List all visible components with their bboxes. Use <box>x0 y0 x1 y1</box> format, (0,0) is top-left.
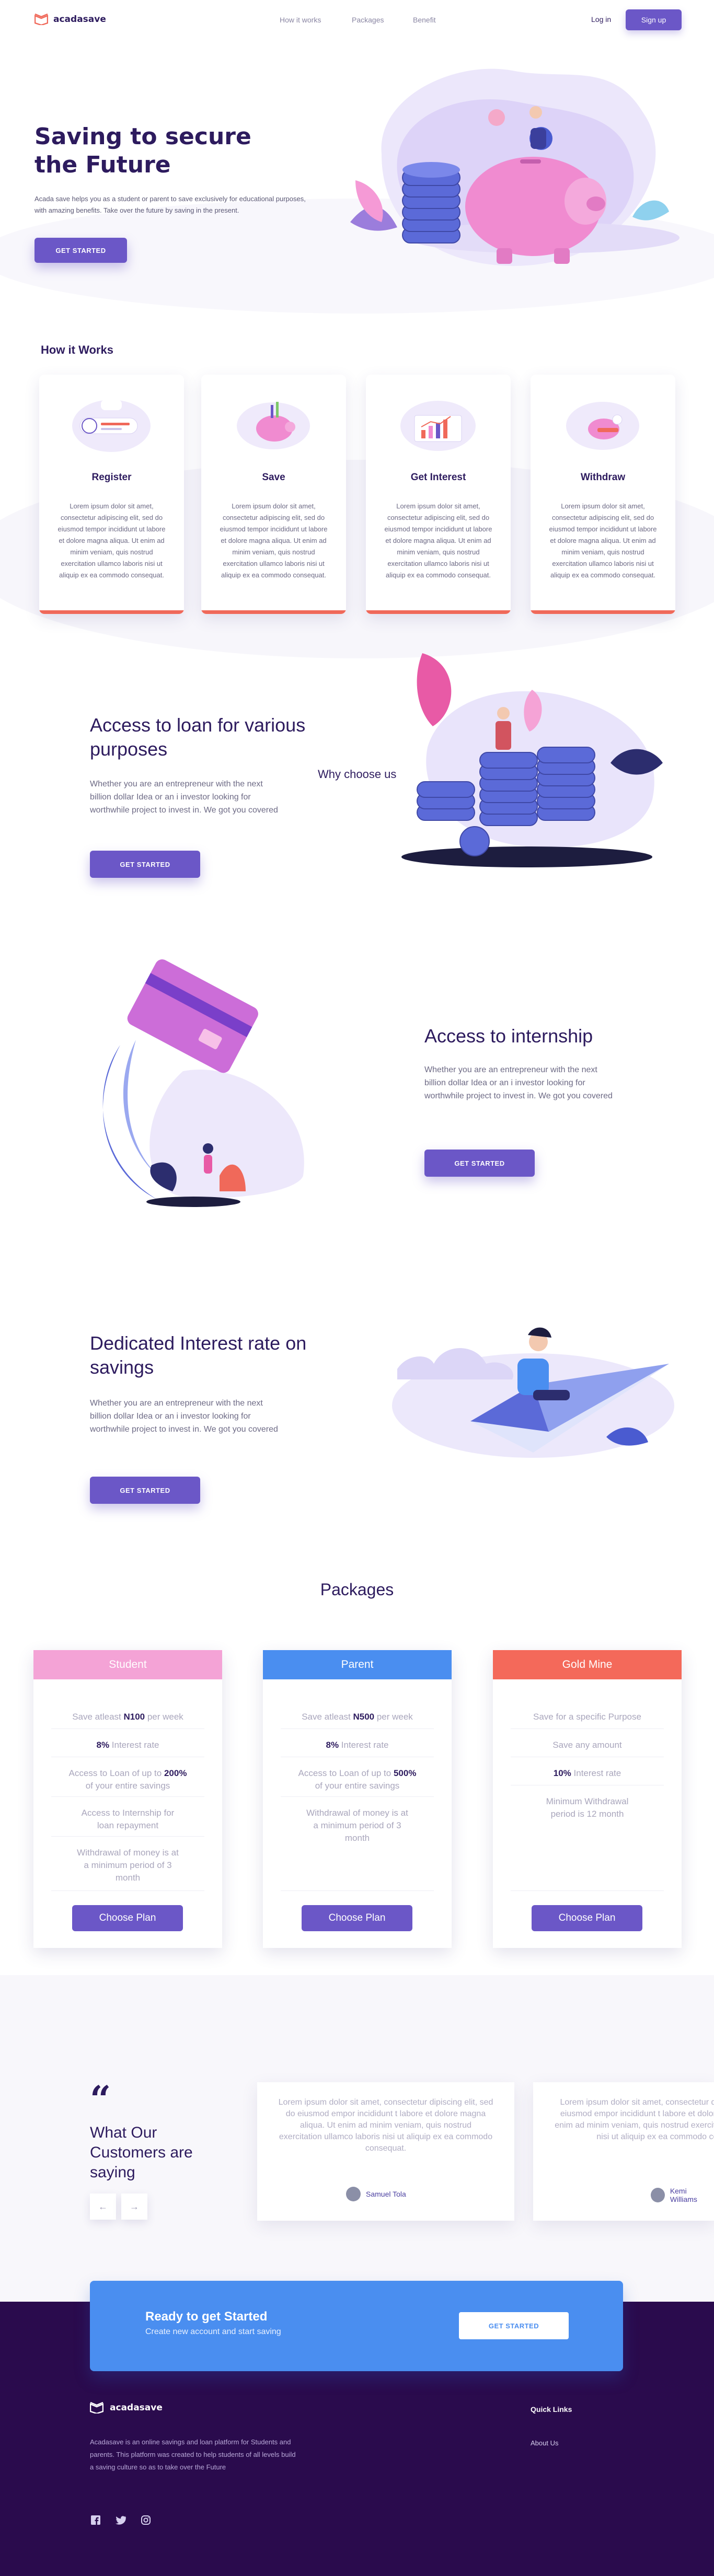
card-text: Lorem ipsum dolor sit amet, consectetur … <box>220 502 328 579</box>
packages-title: Packages <box>320 1580 394 1599</box>
how-card-withdraw: Withdraw Lorem ipsum dolor sit amet, con… <box>531 375 675 614</box>
quick-links-heading: Quick Links <box>531 2405 572 2413</box>
interest-chart-illustration-icon <box>400 401 476 451</box>
footer-logo[interactable]: acadasave <box>90 2402 163 2413</box>
cta-subtitle: Create new account and start saving <box>145 2327 281 2336</box>
package-feature: 8% Interest rate <box>326 1740 389 1750</box>
feature-interest-get-started-button[interactable]: GET STARTED <box>90 1477 200 1504</box>
prev-arrow-button[interactable]: ← <box>90 2194 116 2220</box>
feature-loan-title: Access to loan for various purposes <box>90 714 306 760</box>
choose-plan-button[interactable]: Choose Plan <box>72 1905 183 1931</box>
package-name: Student <box>33 1650 222 1679</box>
how-card-save: Save Lorem ipsum dolor sit amet, consect… <box>201 375 346 614</box>
avatar <box>346 2187 361 2201</box>
withdraw-illustration-icon <box>566 402 639 450</box>
login-link[interactable]: Log in <box>591 15 611 24</box>
instagram-icon[interactable] <box>140 2514 152 2526</box>
card-accent-bar <box>531 610 675 614</box>
book-logo-icon <box>90 2402 103 2413</box>
testimonial-card-partial: Lorem ipsum dolor sit amet, consectetur … <box>533 2082 714 2221</box>
package-feature: Withdrawal of money is at a minimum peri… <box>306 1808 408 1843</box>
package-feature: 10% Interest rate <box>553 1768 621 1778</box>
facebook-icon[interactable] <box>90 2514 101 2526</box>
how-it-works-title: How it Works <box>41 343 113 356</box>
package-name: Parent <box>263 1650 452 1679</box>
choose-plan-button[interactable]: Choose Plan <box>532 1905 642 1931</box>
hero-subtitle: Acada save helps you as a student or par… <box>34 195 306 214</box>
paper-plane-illustration <box>392 1327 674 1458</box>
hero-title-line2: the Future <box>34 152 171 178</box>
testimonial-quote: Lorem ipsum dolor sit amet, consectetur … <box>555 2098 714 2141</box>
credit-card-illustration <box>102 959 304 1207</box>
feature-internship-title: Access to internship <box>424 1025 593 1047</box>
signup-button[interactable]: Sign up <box>626 9 682 30</box>
page: acadasave How it works Packages Benefit … <box>0 0 714 2576</box>
how-card-register: Register Lorem ipsum dolor sit amet, con… <box>39 375 184 614</box>
card-accent-bar <box>201 610 346 614</box>
book-logo-icon <box>34 14 48 25</box>
how-card-get-interest: Get Interest Lorem ipsum dolor sit amet,… <box>366 375 511 614</box>
author-name: Kemi Williams <box>670 2187 697 2203</box>
package-feature: Save any amount <box>552 1740 622 1750</box>
feature-interest-text: Whether you are an entrepreneur with the… <box>90 1399 278 1434</box>
quote-mark-icon: “ <box>90 2078 111 2121</box>
footer-brand-name: acadasave <box>110 2403 163 2413</box>
nav-how-it-works[interactable]: How it works <box>280 16 321 24</box>
feature-loan-text: Whether you are an entrepreneur with the… <box>90 780 278 815</box>
twitter-icon[interactable] <box>115 2514 126 2526</box>
card-accent-bar <box>366 610 511 614</box>
card-title: Get Interest <box>410 472 466 483</box>
next-arrow-button[interactable]: → <box>121 2194 147 2220</box>
package-feature: Save atleast N100 per week <box>72 1712 183 1722</box>
nav-packages[interactable]: Packages <box>352 16 384 24</box>
avatar <box>651 2188 665 2202</box>
package-feature: Access to Loan of up to 200% of your enti… <box>68 1768 187 1791</box>
package-feature: 8% Interest rate <box>96 1740 159 1750</box>
feature-internship-text: Whether you are an entrepreneur with the… <box>424 1065 613 1100</box>
cta-get-started-button[interactable]: GET STARTED <box>459 2312 569 2339</box>
footer-description: Acadasave is an online savings and loan … <box>90 2438 296 2471</box>
cta-title: Ready to get Started <box>145 2310 268 2324</box>
testimonial-quote: Lorem ipsum dolor sit amet, consectetur … <box>278 2098 493 2153</box>
package-feature: Access to Loan of up to 500% of your enti… <box>298 1768 417 1791</box>
choose-plan-button[interactable]: Choose Plan <box>302 1905 412 1931</box>
package-feature: Save for a specific Purpose <box>533 1712 641 1722</box>
package-card-gold-mine: Gold Mine Save for a specific Purpose Sa… <box>493 1650 682 1948</box>
package-feature: Access to Internship for loan repayment <box>81 1808 175 1830</box>
card-accent-bar <box>39 610 184 614</box>
hero-title: Saving to secure the Future <box>34 123 275 179</box>
piggy-bank-illustration-icon <box>237 402 310 449</box>
card-text: Lorem ipsum dolor sit amet, consectetur … <box>384 502 492 579</box>
package-feature: Minimum Withdrawal period is 12 month <box>546 1796 629 1819</box>
feature-interest-title: Dedicated Interest rate on savings <box>90 1332 307 1378</box>
register-illustration-icon <box>72 400 151 452</box>
about-us-link[interactable]: About Us <box>531 2439 558 2447</box>
card-text: Lorem ipsum dolor sit amet, consectetur … <box>549 502 657 579</box>
card-text: Lorem ipsum dolor sit amet, consectetur … <box>57 502 166 579</box>
card-title: Register <box>91 472 132 483</box>
testimonials-title: What Our Customers are saying <box>90 2124 193 2181</box>
hero-title-line1: Saving to secure <box>34 123 251 150</box>
package-card-student: Student Save atleast N100 per week 8% In… <box>33 1650 222 1948</box>
hero-get-started-button[interactable]: GET STARTED <box>34 238 127 263</box>
package-feature: Withdrawal of money is at a minimum peri… <box>77 1848 179 1883</box>
testimonial-author: Kemi Williams <box>651 2187 714 2203</box>
package-name: Gold Mine <box>493 1650 682 1679</box>
piggy-bank-hero-illustration <box>350 68 680 266</box>
feature-loan-get-started-button[interactable]: GET STARTED <box>90 851 200 878</box>
feature-internship-get-started-button[interactable]: GET STARTED <box>424 1150 535 1177</box>
testimonial-card: Lorem ipsum dolor sit amet, consectetur … <box>257 2082 514 2221</box>
nav-benefit[interactable]: Benefit <box>413 16 436 24</box>
package-card-parent: Parent Save atleast N500 per week 8% Int… <box>263 1650 452 1948</box>
card-title: Save <box>262 472 285 483</box>
cta-banner: Ready to get Started Create new account … <box>90 2281 623 2371</box>
logo[interactable]: acadasave <box>34 14 106 25</box>
package-feature: Save atleast N500 per week <box>302 1712 413 1722</box>
card-title: Withdraw <box>580 472 626 483</box>
coins-illustration <box>401 653 663 867</box>
brand-name: acadasave <box>53 14 106 25</box>
testimonial-author: Samuel Tola <box>346 2187 406 2201</box>
author-name: Samuel Tola <box>366 2190 406 2198</box>
